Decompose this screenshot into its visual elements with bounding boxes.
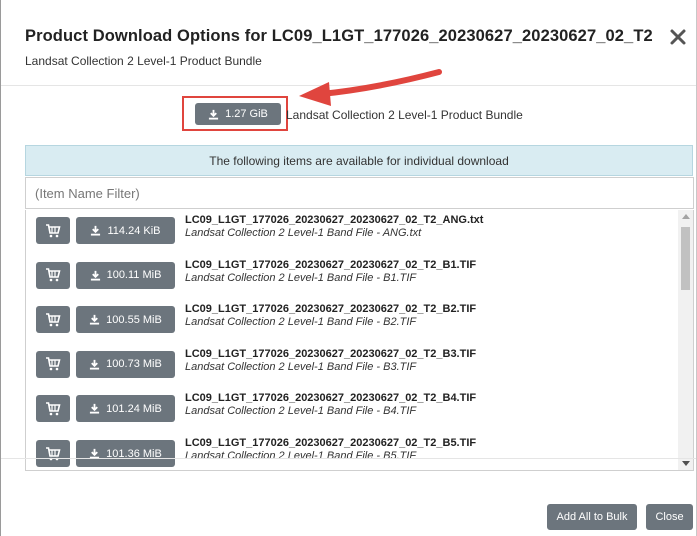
cart-icon — [46, 312, 61, 326]
download-icon — [90, 270, 100, 281]
cart-icon — [46, 402, 61, 416]
item-download-button[interactable]: 114.24 KiB — [76, 217, 175, 244]
item-size-label: 114.24 KiB — [107, 224, 161, 237]
add-to-cart-button[interactable] — [36, 306, 70, 334]
dialog-header: Product Download Options for LC09_L1GT_1… — [1, 0, 696, 86]
item-description: Landsat Collection 2 Level-1 Band File -… — [185, 271, 417, 284]
add-to-cart-button[interactable] — [36, 395, 70, 423]
item-description: Landsat Collection 2 Level-1 Band File -… — [185, 405, 417, 418]
download-options-dialog: Product Download Options for LC09_L1GT_1… — [0, 0, 697, 536]
list-scrollbar[interactable] — [678, 210, 693, 470]
info-bar: The following items are available for in… — [25, 145, 693, 176]
dialog-title: Product Download Options for LC09_L1GT_1… — [25, 27, 653, 45]
item-name: LC09_L1GT_177026_20230627_20230627_02_T2… — [185, 303, 477, 316]
list-item: 100.55 MiB LC09_L1GT_177026_20230627_2023… — [26, 299, 676, 343]
bundle-size-label: 1.27 GiB — [225, 108, 268, 120]
item-name: LC09_L1GT_177026_20230627_20230627_02_T2… — [185, 347, 477, 360]
download-icon — [90, 315, 100, 325]
item-size-label: 100.11 MiB — [106, 269, 162, 282]
download-icon — [90, 404, 100, 414]
item-size-label: 101.24 MiB — [106, 402, 162, 415]
download-icon — [209, 109, 219, 120]
scroll-thumb[interactable] — [681, 227, 690, 290]
item-download-button[interactable]: 100.55 MiB — [76, 306, 175, 334]
info-bar-text: The following items are available for in… — [209, 153, 509, 168]
add-all-to-bulk-button[interactable]: Add All to Bulk — [547, 504, 637, 530]
item-description: Landsat Collection 2 Level-1 Band File -… — [185, 227, 422, 239]
list-item: 100.11 MiB LC09_L1GT_177026_20230627_2023… — [26, 255, 676, 299]
list-item: 100.73 MiB LC09_L1GT_177026_20230627_2023… — [26, 344, 676, 388]
cart-icon — [46, 268, 61, 282]
bundle-download-button[interactable]: 1.27 GiB — [195, 103, 281, 125]
item-download-button[interactable]: 100.73 MiB — [76, 350, 175, 378]
dialog-subtitle: Landsat Collection 2 Level-1 Product Bun… — [25, 54, 262, 68]
item-name: LC09_L1GT_177026_20230627_20230627_02_T2… — [185, 392, 477, 405]
download-icon — [90, 359, 100, 370]
list-item: 101.24 MiB LC09_L1GT_177026_20230627_2023… — [26, 388, 676, 432]
list-item: 114.24 KiB LC09_L1GT_177026_20230627_2023… — [26, 210, 676, 254]
items-list: 114.24 KiB LC09_L1GT_177026_20230627_2023… — [25, 210, 694, 471]
close-icon[interactable] — [669, 28, 687, 46]
item-download-button[interactable]: 101.24 MiB — [76, 395, 175, 423]
item-name-filter-input[interactable] — [25, 177, 694, 209]
item-size-label: 100.55 MiB — [106, 313, 162, 326]
bundle-label: Landsat Collection 2 Level-1 Product Bun… — [286, 108, 523, 122]
close-button[interactable]: Close — [646, 504, 693, 530]
add-to-cart-button[interactable] — [36, 217, 70, 244]
add-to-cart-button[interactable] — [36, 350, 70, 378]
cart-icon — [46, 223, 61, 237]
item-size-label: 100.73 MiB — [106, 358, 162, 371]
item-download-button[interactable]: 100.11 MiB — [76, 261, 175, 289]
item-name: LC09_L1GT_177026_20230627_20230627_02_T2… — [185, 214, 484, 226]
add-to-cart-button[interactable] — [36, 261, 70, 289]
item-name: LC09_L1GT_177026_20230627_20230627_02_T2… — [185, 437, 477, 449]
item-description: Landsat Collection 2 Level-1 Band File -… — [185, 360, 417, 373]
item-name: LC09_L1GT_177026_20230627_20230627_02_T2… — [185, 258, 477, 271]
item-description: Landsat Collection 2 Level-1 Band File -… — [185, 316, 417, 329]
scroll-up-arrow-icon[interactable] — [682, 214, 690, 219]
download-icon — [91, 225, 101, 236]
cart-icon — [46, 357, 61, 371]
